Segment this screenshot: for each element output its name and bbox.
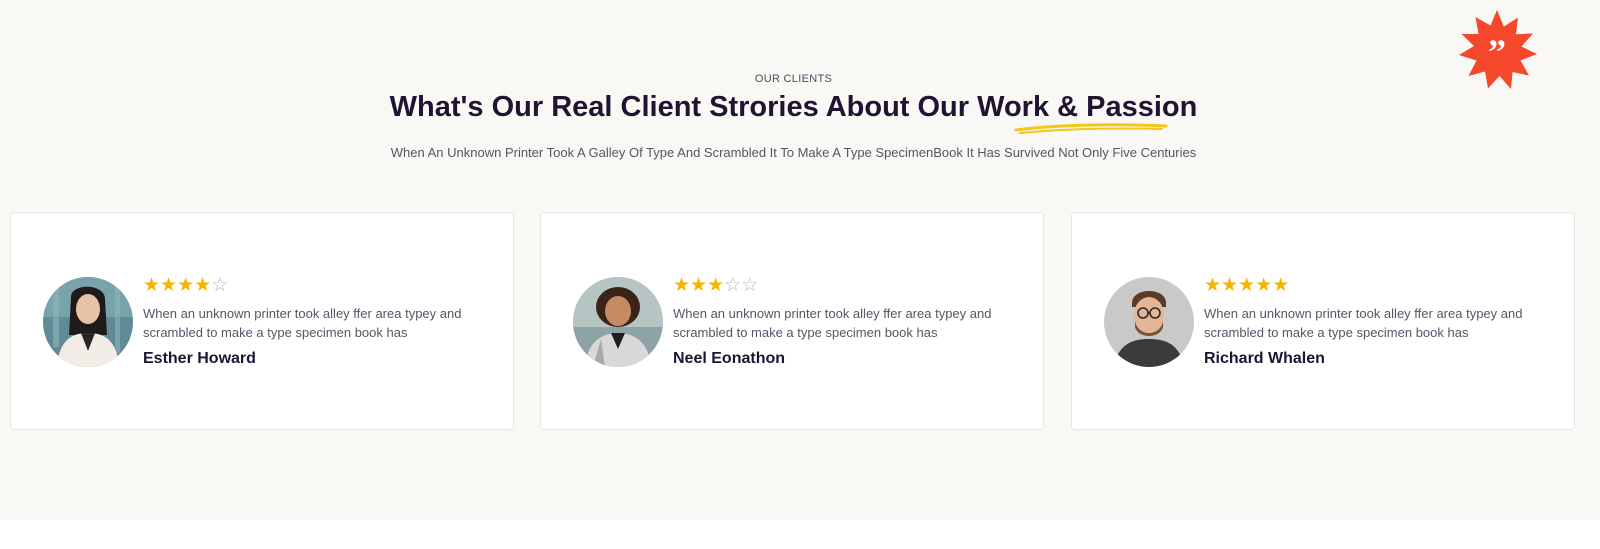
testimonial-card: ★★★☆☆ When an unknown printer took alley…: [540, 212, 1044, 430]
star-filled-icon: ★: [160, 275, 178, 296]
star-filled-icon: ★: [1272, 275, 1290, 296]
star-filled-icon: ★: [707, 275, 725, 296]
star-empty-icon: ☆: [211, 275, 229, 296]
avatar: [1104, 277, 1194, 367]
testimonial-quote: When an unknown printer took alley ffer …: [673, 306, 992, 340]
title-underline-decoration: [1014, 123, 1168, 134]
client-name: Neel Eonathon: [673, 350, 786, 367]
star-rating: ★★★☆☆: [673, 276, 1013, 298]
testimonial-body: ★★★★☆ When an unknown printer took alley…: [143, 276, 483, 368]
section-eyebrow: OUR CLIENTS: [754, 73, 833, 85]
star-filled-icon: ★: [1238, 275, 1256, 296]
star-filled-icon: ★: [1221, 275, 1239, 296]
star-filled-icon: ★: [673, 275, 691, 296]
star-rating: ★★★★★: [1204, 276, 1544, 298]
star-rating: ★★★★☆: [143, 276, 483, 298]
section-title: What's Our Real Client Strories About Ou…: [389, 91, 1198, 123]
testimonial-body: ★★★★★ When an unknown printer took alley…: [1204, 276, 1544, 368]
testimonial-card: ★★★★★ When an unknown printer took alley…: [1071, 212, 1575, 430]
star-empty-icon: ☆: [741, 275, 759, 296]
avatar: [43, 277, 133, 367]
client-name: Esther Howard: [143, 350, 256, 367]
section-subtitle: When An Unknown Printer Took A Galley Of…: [390, 145, 1197, 160]
star-filled-icon: ★: [1204, 275, 1222, 296]
avatar: [573, 277, 663, 367]
testimonial-quote: When an unknown printer took alley ffer …: [143, 306, 462, 340]
testimonial-body: ★★★☆☆ When an unknown printer took alley…: [673, 276, 1013, 368]
star-filled-icon: ★: [690, 275, 708, 296]
star-filled-icon: ★: [1255, 275, 1273, 296]
star-filled-icon: ★: [194, 275, 212, 296]
star-filled-icon: ★: [177, 275, 195, 296]
svg-text:”: ”: [1488, 32, 1506, 72]
client-name: Richard Whalen: [1204, 350, 1325, 367]
quote-icon: ”: [1459, 10, 1537, 89]
star-filled-icon: ★: [143, 275, 161, 296]
quote-badge: ”: [1453, 8, 1541, 96]
testimonial-quote: When an unknown printer took alley ffer …: [1204, 306, 1523, 340]
star-empty-icon: ☆: [724, 275, 742, 296]
testimonials-section: OUR CLIENTS What's Our Real Client Stror…: [0, 0, 1600, 520]
testimonial-card: ★★★★☆ When an unknown printer took alley…: [10, 212, 514, 430]
